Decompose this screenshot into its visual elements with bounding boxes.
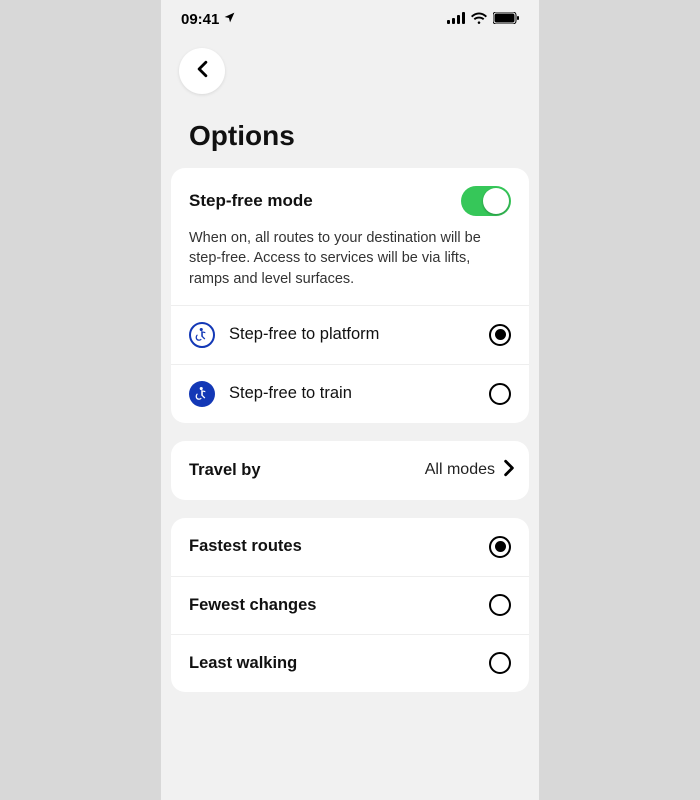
toggle-knob xyxy=(483,188,509,214)
step-free-toggle[interactable] xyxy=(461,186,511,216)
option-label: Fastest routes xyxy=(189,537,489,556)
step-free-description: When on, all routes to your destination … xyxy=(189,228,499,289)
radio-unselected[interactable] xyxy=(489,383,511,405)
chevron-right-icon xyxy=(503,459,515,482)
status-bar: 09:41 xyxy=(161,0,539,38)
step-free-card: Step-free mode When on, all routes to yo… xyxy=(171,168,529,423)
page-title: Options xyxy=(161,102,539,168)
travel-by-card: Travel by All modes xyxy=(171,441,529,500)
back-button[interactable] xyxy=(179,48,225,94)
travel-by-label: Travel by xyxy=(189,461,425,480)
accessibility-icon xyxy=(189,381,215,407)
option-label: Step-free to train xyxy=(229,384,489,403)
step-free-option-train[interactable]: Step-free to train xyxy=(171,364,529,423)
accessibility-icon xyxy=(189,322,215,348)
location-icon xyxy=(223,11,236,28)
chevron-left-icon xyxy=(196,60,209,83)
phone-screen: 09:41 Options Step-f xyxy=(161,0,539,800)
option-label: Fewest changes xyxy=(189,596,489,615)
preference-fewest-changes[interactable]: Fewest changes xyxy=(171,576,529,634)
option-label: Step-free to platform xyxy=(229,325,489,344)
status-time: 09:41 xyxy=(181,11,219,28)
preference-least-walking[interactable]: Least walking xyxy=(171,634,529,692)
step-free-option-platform[interactable]: Step-free to platform xyxy=(171,305,529,364)
travel-by-value: All modes xyxy=(425,461,495,479)
battery-icon xyxy=(493,11,519,28)
radio-selected[interactable] xyxy=(489,536,511,558)
preference-fastest[interactable]: Fastest routes xyxy=(171,518,529,576)
radio-unselected[interactable] xyxy=(489,594,511,616)
travel-by-row[interactable]: Travel by All modes xyxy=(171,441,529,500)
radio-unselected[interactable] xyxy=(489,652,511,674)
radio-selected[interactable] xyxy=(489,324,511,346)
step-free-title: Step-free mode xyxy=(189,191,313,211)
route-preference-card: Fastest routes Fewest changes Least walk… xyxy=(171,518,529,692)
option-label: Least walking xyxy=(189,654,489,673)
cellular-icon xyxy=(447,11,465,28)
wifi-icon xyxy=(471,11,487,28)
